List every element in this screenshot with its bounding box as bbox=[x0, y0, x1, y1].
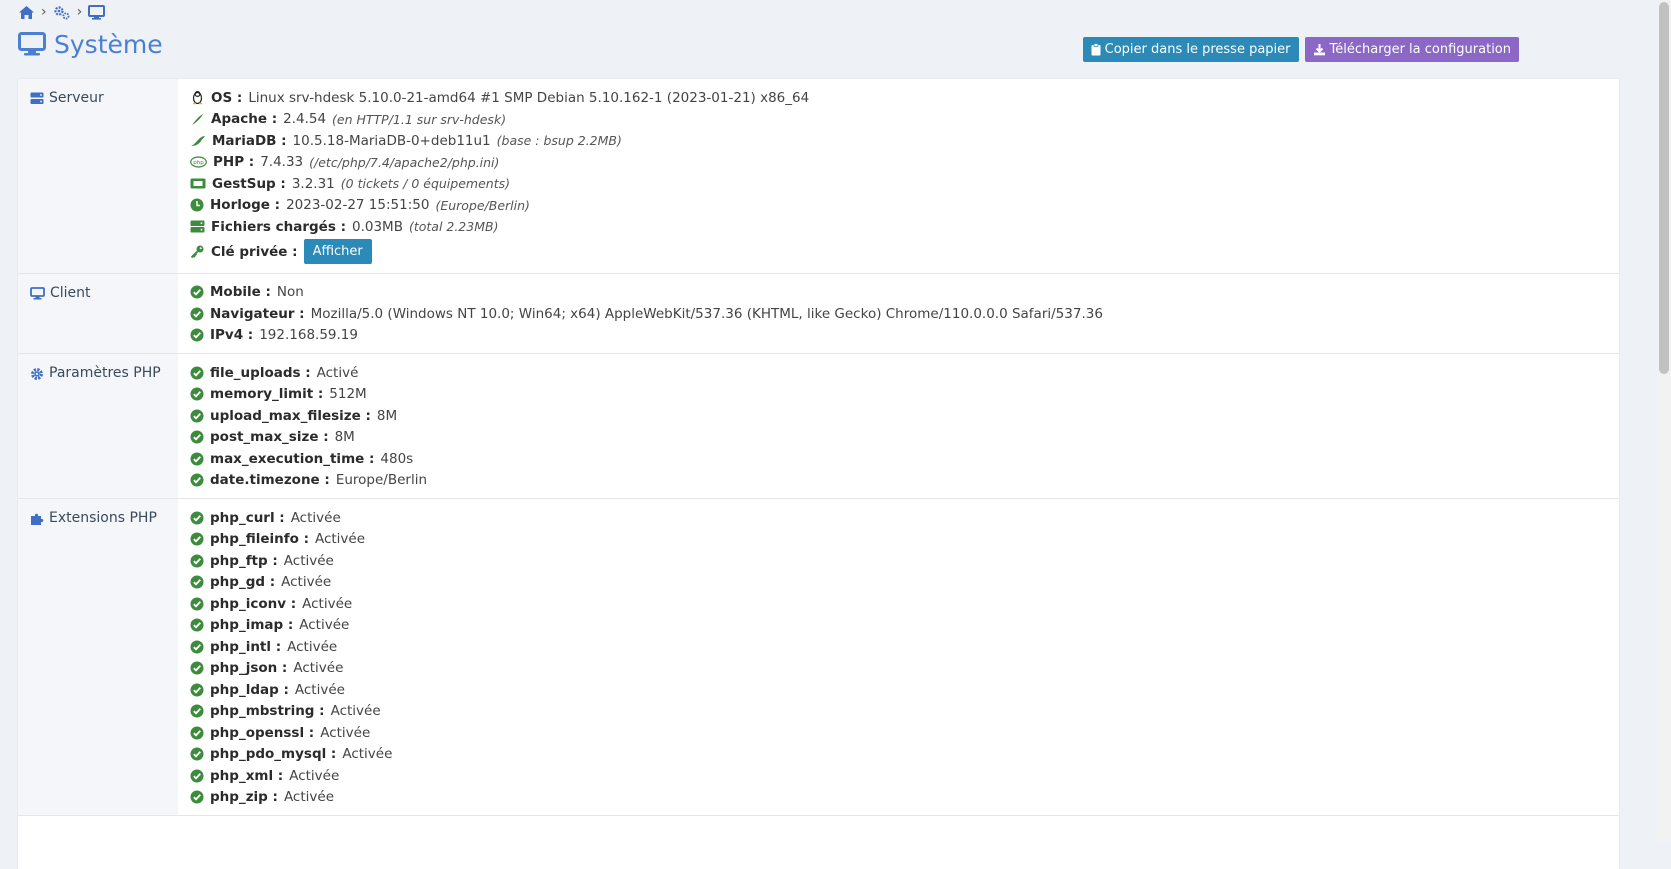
client-row-ipv4: IPv4 :192.168.59.19 bbox=[190, 325, 1607, 347]
php-param-row: upload_max_filesize :8M bbox=[190, 405, 1607, 427]
php-ext-row: php_zip : Activée bbox=[190, 787, 1607, 809]
server-row-clock: Horloge :2023-02-27 15:51:50 (Europe/Berl… bbox=[190, 195, 1607, 217]
php-ext-row: php_iconv : Activée bbox=[190, 593, 1607, 615]
php-ext-section-title: Extensions PHP bbox=[18, 499, 178, 815]
page-title: Système bbox=[18, 30, 163, 59]
php-ext-details: php_curl : Activée php_fileinfo : Activée … bbox=[178, 499, 1619, 815]
php-param-row: max_execution_time :480s bbox=[190, 448, 1607, 470]
check-circle-icon bbox=[190, 683, 204, 697]
show-private-key-button[interactable]: Afficher bbox=[303, 239, 372, 264]
php-param-row: post_max_size :8M bbox=[190, 427, 1607, 449]
php-ext-row: php_fileinfo : Activée bbox=[190, 529, 1607, 551]
check-circle-icon bbox=[190, 597, 204, 611]
server-row-private-key: Clé privée : Afficher bbox=[190, 238, 1607, 266]
check-circle-icon bbox=[190, 328, 204, 342]
home-icon[interactable] bbox=[18, 5, 35, 20]
desktop-icon bbox=[30, 286, 45, 300]
copy-clipboard-button[interactable]: Copier dans le presse papier bbox=[1082, 37, 1299, 62]
chevron-right-icon: › bbox=[76, 4, 83, 20]
php-ext-row: php_openssl : Activée bbox=[190, 722, 1607, 744]
server-row-php: php PHP :7.4.33 (/etc/php/7.4/apache2/php… bbox=[190, 152, 1607, 174]
server-row-files: Fichiers chargés :0.03MB (total 2.23MB) bbox=[190, 216, 1607, 238]
client-details: Mobile : Non Navigateur : Mozilla/5.0 (Win… bbox=[178, 274, 1619, 354]
check-circle-icon bbox=[190, 769, 204, 783]
php-ext-row: php_ldap : Activée bbox=[190, 679, 1607, 701]
desktop-icon bbox=[18, 32, 46, 57]
page-title-text: Système bbox=[54, 30, 163, 59]
desktop-icon[interactable] bbox=[88, 4, 106, 20]
check-circle-icon bbox=[190, 307, 204, 321]
check-circle-icon bbox=[190, 640, 204, 654]
client-section: Client Mobile : Non Navigateur : Mozilla/5… bbox=[18, 273, 1619, 354]
check-circle-icon bbox=[190, 704, 204, 718]
check-circle-icon bbox=[190, 285, 204, 299]
php-params-section: Paramètres PHP file_uploads : Activé memo… bbox=[18, 354, 1619, 499]
page-scrollbar[interactable] bbox=[1657, 0, 1671, 842]
php-param-row: file_uploads : Activé bbox=[190, 362, 1607, 384]
php-ext-row: php_ftp : Activée bbox=[190, 550, 1607, 572]
server-section: Serveur OS : Linux srv-hdesk 5.10.0-21-am… bbox=[18, 79, 1619, 274]
client-row-mobile: Mobile : Non bbox=[190, 282, 1607, 304]
php-ext-row: php_curl : Activée bbox=[190, 507, 1607, 529]
php-ext-row: php_pdo_mysql : Activée bbox=[190, 744, 1607, 766]
breadcrumb: › › bbox=[18, 2, 106, 22]
gear-icon bbox=[30, 367, 44, 381]
php-icon: php bbox=[190, 156, 207, 168]
client-row-browser: Navigateur : Mozilla/5.0 (Windows NT 10.0… bbox=[190, 303, 1607, 325]
check-circle-icon bbox=[190, 387, 204, 401]
php-ext-row: php_mbstring : Activée bbox=[190, 701, 1607, 723]
check-circle-icon bbox=[190, 554, 204, 568]
php-ext-row: php_imap : Activée bbox=[190, 615, 1607, 637]
server-row-apache: Apache :2.4.54 (en HTTP/1.1 sur srv-hdesk… bbox=[190, 109, 1607, 131]
check-circle-icon bbox=[190, 726, 204, 740]
toolbar: Copier dans le presse papier Télécharger… bbox=[1082, 37, 1519, 62]
ticket-icon bbox=[190, 177, 206, 190]
server-row-gestsup: GestSup :3.2.31 (0 tickets / 0 équipement… bbox=[190, 173, 1607, 195]
check-circle-icon bbox=[190, 618, 204, 632]
check-circle-icon bbox=[190, 366, 204, 380]
client-section-title: Client bbox=[18, 273, 178, 353]
clipboard-icon bbox=[1091, 43, 1101, 56]
scrollbar-thumb[interactable] bbox=[1659, 2, 1669, 374]
apache-feather-icon bbox=[190, 112, 205, 127]
check-circle-icon bbox=[190, 790, 204, 804]
server-details: OS : Linux srv-hdesk 5.10.0-21-amd64 #1 S… bbox=[178, 79, 1619, 273]
chevron-right-icon: › bbox=[41, 4, 47, 20]
check-circle-icon bbox=[190, 430, 204, 444]
download-config-label: Télécharger la configuration bbox=[1329, 42, 1511, 57]
server-icon bbox=[30, 92, 44, 105]
check-circle-icon bbox=[190, 532, 204, 546]
check-circle-icon bbox=[190, 473, 204, 487]
clock-icon bbox=[190, 198, 204, 212]
php-ext-row: php_intl : Activée bbox=[190, 636, 1607, 658]
php-ext-row: php_xml : Activée bbox=[190, 765, 1607, 787]
svg-text:php: php bbox=[193, 160, 204, 166]
check-circle-icon bbox=[190, 511, 204, 525]
system-info-panel: Serveur OS : Linux srv-hdesk 5.10.0-21-am… bbox=[18, 79, 1619, 869]
mariadb-seal-icon bbox=[190, 133, 206, 148]
linux-icon bbox=[190, 90, 205, 105]
gears-icon[interactable] bbox=[53, 5, 71, 20]
check-circle-icon bbox=[190, 661, 204, 675]
php-params-section-title: Paramètres PHP bbox=[18, 354, 178, 498]
php-ext-row: php_gd : Activée bbox=[190, 572, 1607, 594]
server-row-os: OS : Linux srv-hdesk 5.10.0-21-amd64 #1 S… bbox=[190, 87, 1607, 109]
puzzle-icon bbox=[30, 512, 44, 526]
server-row-mariadb: MariaDB :10.5.18-MariaDB-0+deb11u1 (base … bbox=[190, 130, 1607, 152]
php-params-details: file_uploads : Activé memory_limit :512M … bbox=[178, 354, 1619, 498]
download-icon bbox=[1313, 43, 1326, 56]
key-icon bbox=[190, 244, 205, 259]
php-ext-row: php_json : Activée bbox=[190, 658, 1607, 680]
php-param-row: date.timezone : Europe/Berlin bbox=[190, 470, 1607, 492]
copy-clipboard-label: Copier dans le presse papier bbox=[1104, 42, 1291, 57]
hdd-icon bbox=[190, 220, 205, 233]
check-circle-icon bbox=[190, 747, 204, 761]
php-param-row: memory_limit :512M bbox=[190, 384, 1607, 406]
check-circle-icon bbox=[190, 409, 204, 423]
server-section-title: Serveur bbox=[18, 79, 178, 273]
check-circle-icon bbox=[190, 575, 204, 589]
download-config-button[interactable]: Télécharger la configuration bbox=[1304, 37, 1519, 62]
check-circle-icon bbox=[190, 452, 204, 466]
php-ext-section: Extensions PHP php_curl : Activée php_fil… bbox=[18, 499, 1619, 816]
